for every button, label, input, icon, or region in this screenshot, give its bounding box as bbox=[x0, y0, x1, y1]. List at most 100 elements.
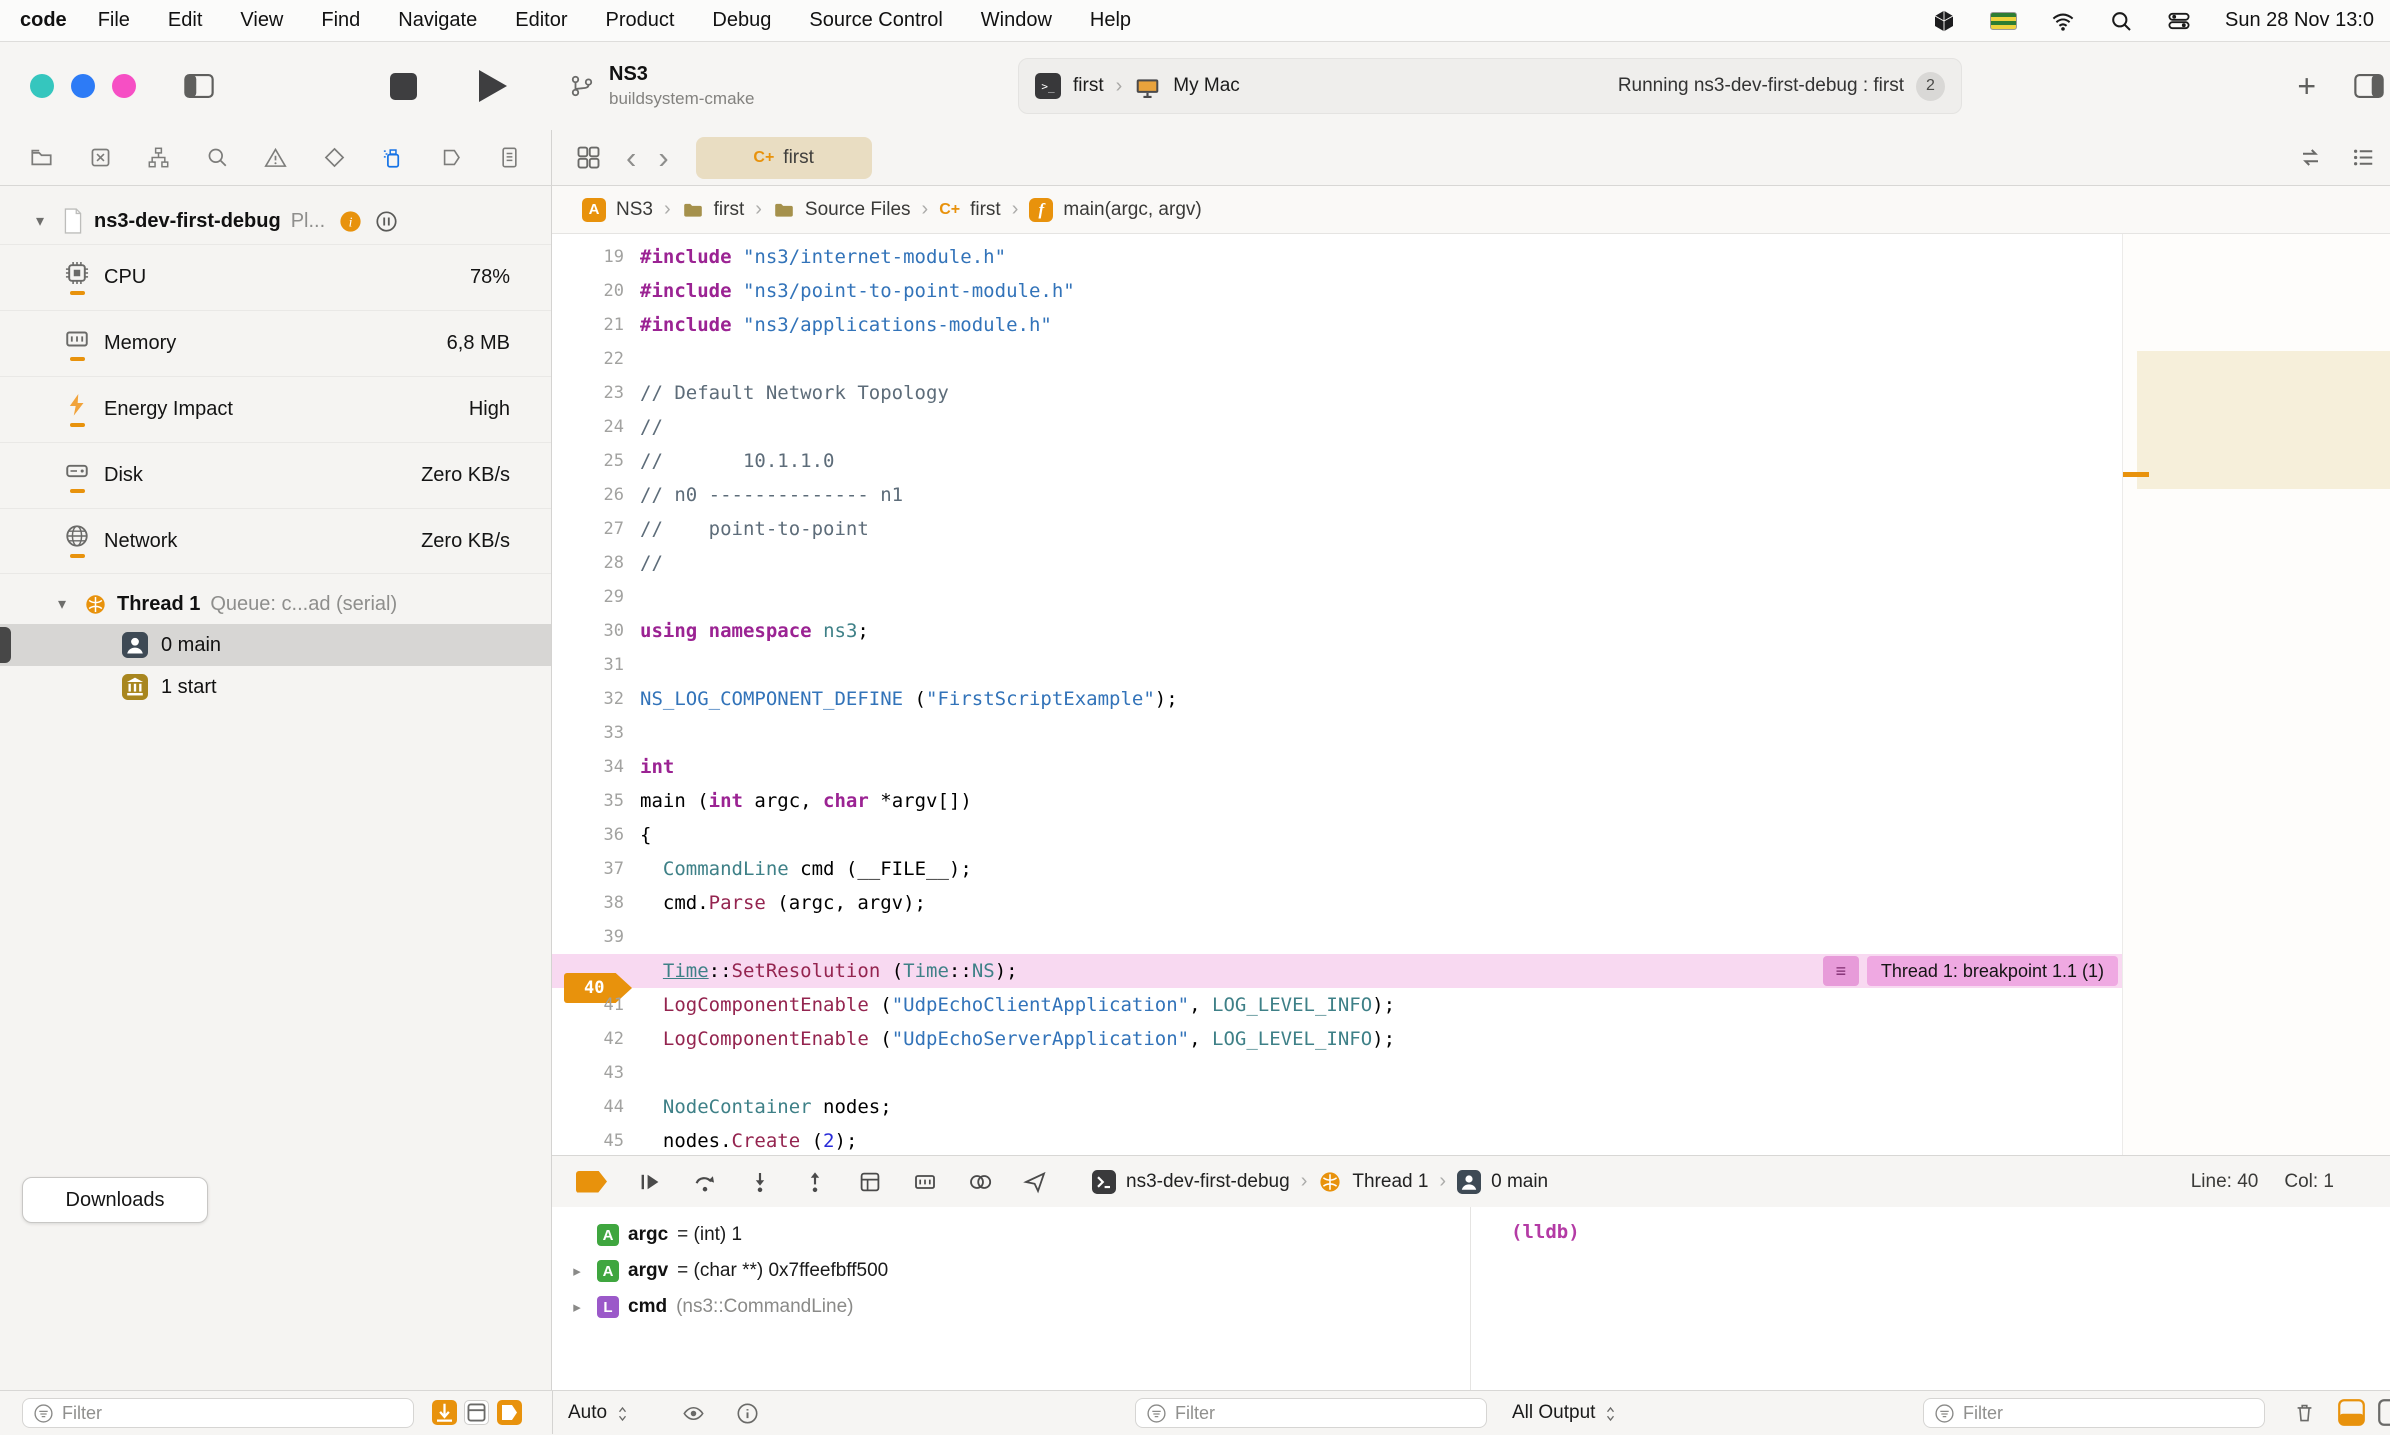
line-number[interactable]: 37 bbox=[552, 859, 640, 879]
code-line-38[interactable]: 38 cmd.Parse (argc, argv); bbox=[552, 886, 2122, 920]
gauge-row-cpu[interactable]: CPU78% bbox=[0, 244, 551, 310]
window-minimize-button[interactable] bbox=[71, 74, 95, 98]
debug-crumb[interactable]: Thread 1 bbox=[1318, 1170, 1428, 1194]
line-number[interactable]: 44 bbox=[552, 1097, 640, 1117]
menu-item-window[interactable]: Window bbox=[962, 9, 1071, 32]
disclosure-triangle-icon[interactable]: ▸ bbox=[566, 1262, 588, 1280]
line-number[interactable]: 23 bbox=[552, 383, 640, 403]
line-number[interactable]: 43 bbox=[552, 1063, 640, 1083]
console-output-select[interactable]: All Output bbox=[1512, 1391, 1618, 1435]
stack-frame-row[interactable]: 1 start bbox=[0, 666, 551, 708]
jumpbar-crumb[interactable]: first bbox=[682, 199, 745, 221]
code-line-36[interactable]: 36{ bbox=[552, 818, 2122, 852]
disclosure-triangle-icon[interactable]: ▸ bbox=[566, 1298, 588, 1316]
stack-frame-row[interactable]: 0 main bbox=[0, 624, 551, 666]
code-line-22[interactable]: 22 bbox=[552, 342, 2122, 376]
back-button[interactable]: ‹ bbox=[615, 142, 647, 173]
project-navigator-icon[interactable] bbox=[30, 146, 53, 169]
line-number[interactable]: 38 bbox=[552, 893, 640, 913]
code-line-19[interactable]: 19#include "ns3/internet-module.h" bbox=[552, 240, 2122, 274]
menu-item-file[interactable]: File bbox=[79, 9, 149, 32]
reports-navigator-icon[interactable] bbox=[498, 146, 521, 169]
debug-crumb[interactable]: ns3-dev-first-debug bbox=[1092, 1170, 1290, 1194]
line-number[interactable]: 42 bbox=[552, 1029, 640, 1049]
step-over-icon[interactable] bbox=[693, 1170, 717, 1194]
variable-row[interactable]: ▸Lcmd(ns3::CommandLine) bbox=[566, 1289, 1470, 1325]
source-editor[interactable]: 19#include "ns3/internet-module.h"20#inc… bbox=[552, 234, 2390, 1155]
window-close-button[interactable] bbox=[30, 74, 54, 98]
code-line-45[interactable]: 45 nodes.Create (2); bbox=[552, 1124, 2122, 1155]
code-line-39[interactable]: 39 bbox=[552, 920, 2122, 954]
code-line-20[interactable]: 20#include "ns3/point-to-point-module.h" bbox=[552, 274, 2122, 308]
line-number[interactable]: 22 bbox=[552, 349, 640, 369]
pause-badge-icon[interactable] bbox=[375, 210, 398, 233]
debug-crumb[interactable]: 0 main bbox=[1457, 1170, 1548, 1194]
step-out-icon[interactable] bbox=[803, 1170, 827, 1194]
code-line-42[interactable]: 42 LogComponentEnable ("UdpEchoServerApp… bbox=[552, 1022, 2122, 1056]
spotlight-search-icon[interactable] bbox=[2109, 9, 2133, 33]
adjust-editor-icon[interactable] bbox=[2351, 145, 2376, 170]
menu-icon[interactable]: ≡ bbox=[1823, 956, 1859, 986]
disclosure-triangle-icon[interactable]: ▾ bbox=[36, 211, 52, 231]
line-number[interactable]: 36 bbox=[552, 825, 640, 845]
status-badge[interactable]: 2 bbox=[1916, 72, 1945, 101]
stop-button[interactable] bbox=[390, 73, 417, 100]
process-row[interactable]: ▾ ns3-dev-first-debug Pl... i bbox=[0, 198, 551, 244]
gauge-row-energy[interactable]: Energy ImpactHigh bbox=[0, 376, 551, 442]
info-badge-icon[interactable]: i bbox=[339, 210, 362, 233]
xcode-cube-icon[interactable] bbox=[1932, 9, 1956, 33]
code-line-21[interactable]: 21#include "ns3/applications-module.h" bbox=[552, 308, 2122, 342]
navigator-toggle-icon[interactable] bbox=[184, 73, 214, 99]
active-destination[interactable]: My Mac bbox=[1173, 75, 1240, 97]
line-number[interactable]: 28 bbox=[552, 553, 640, 573]
console-view[interactable]: (lldb) bbox=[1470, 1207, 2390, 1390]
code-line-29[interactable]: 29 bbox=[552, 580, 2122, 614]
code-line-33[interactable]: 33 bbox=[552, 716, 2122, 750]
code-line-24[interactable]: 24// bbox=[552, 410, 2122, 444]
info-icon[interactable] bbox=[736, 1402, 759, 1425]
code-line-34[interactable]: 34int bbox=[552, 750, 2122, 784]
line-number[interactable]: 19 bbox=[552, 247, 640, 267]
jumpbar-crumb[interactable]: C+first bbox=[939, 199, 1001, 221]
line-number[interactable]: 39 bbox=[552, 927, 640, 947]
gauge-row-disk[interactable]: DiskZero KB/s bbox=[0, 442, 551, 508]
variables-scope-select[interactable]: Auto bbox=[568, 1391, 630, 1435]
app-menu-name[interactable]: code bbox=[20, 9, 67, 32]
inspector-area-toggle-icon[interactable] bbox=[2378, 1399, 2390, 1426]
active-target[interactable]: first bbox=[1073, 75, 1104, 97]
search-navigator-icon[interactable] bbox=[206, 146, 229, 169]
code-line-32[interactable]: 32NS_LOG_COMPONENT_DEFINE ("FirstScriptE… bbox=[552, 682, 2122, 716]
code-line-44[interactable]: 44 NodeContainer nodes; bbox=[552, 1090, 2122, 1124]
wifi-icon[interactable] bbox=[2051, 9, 2075, 33]
issues-navigator-icon[interactable] bbox=[264, 146, 287, 169]
menu-item-debug[interactable]: Debug bbox=[693, 9, 790, 32]
disclosure-triangle-icon[interactable]: ▾ bbox=[58, 594, 74, 614]
run-button[interactable] bbox=[479, 70, 507, 102]
variable-row[interactable]: ▸Aargv= (char **) 0x7ffeefbff500 bbox=[566, 1253, 1470, 1289]
line-number[interactable]: 41 bbox=[552, 995, 640, 1015]
source-control-navigator-icon[interactable] bbox=[89, 146, 112, 169]
line-number[interactable]: 20 bbox=[552, 281, 640, 301]
breakpoints-navigator-icon[interactable] bbox=[440, 146, 463, 169]
variables-filter-field[interactable]: Filter bbox=[1135, 1398, 1487, 1428]
line-number[interactable]: 26 bbox=[552, 485, 640, 505]
menubar-clock[interactable]: Sun 28 Nov 13:0 bbox=[2225, 9, 2374, 32]
menu-item-view[interactable]: View bbox=[221, 9, 302, 32]
jumpbar-crumb[interactable]: Source Files bbox=[773, 199, 911, 221]
breakpoints-filter-button[interactable] bbox=[497, 1400, 522, 1425]
simulate-location-icon[interactable] bbox=[1023, 1170, 1047, 1194]
gauge-row-network[interactable]: NetworkZero KB/s bbox=[0, 508, 551, 574]
menu-item-edit[interactable]: Edit bbox=[149, 9, 221, 32]
minimap[interactable] bbox=[2122, 234, 2390, 1155]
step-into-icon[interactable] bbox=[748, 1170, 772, 1194]
code-line-31[interactable]: 31 bbox=[552, 648, 2122, 682]
debug-area-toggle-icon[interactable] bbox=[2338, 1399, 2365, 1426]
menu-item-product[interactable]: Product bbox=[586, 9, 693, 32]
line-number[interactable]: 31 bbox=[552, 655, 640, 675]
code-line-37[interactable]: 37 CommandLine cmd (__FILE__); bbox=[552, 852, 2122, 886]
clear-console-trash-icon[interactable] bbox=[2293, 1401, 2316, 1424]
line-number[interactable]: 27 bbox=[552, 519, 640, 539]
tests-navigator-icon[interactable] bbox=[323, 146, 346, 169]
code-line-30[interactable]: 30using namespace ns3; bbox=[552, 614, 2122, 648]
code-line-35[interactable]: 35main (int argc, char *argv[]) bbox=[552, 784, 2122, 818]
